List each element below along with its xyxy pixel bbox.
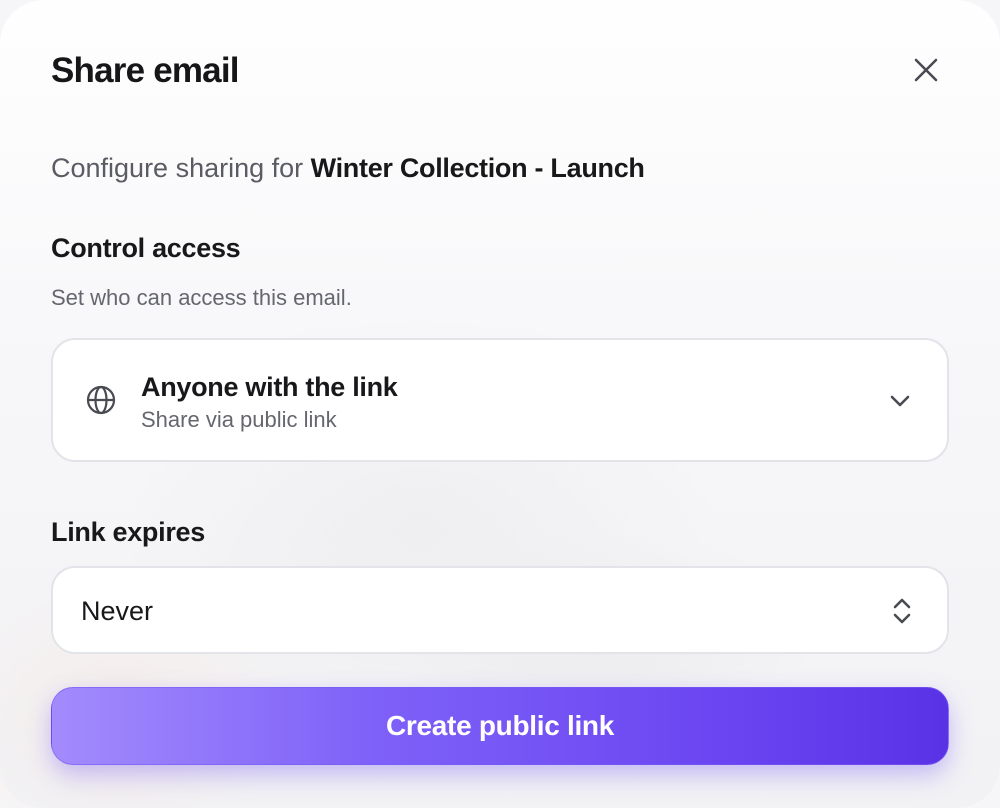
access-option-title: Anyone with the link	[141, 372, 398, 402]
chevron-down-icon	[890, 395, 910, 407]
chevron-up-down-icon	[893, 598, 911, 624]
link-expiry-select[interactable]: Never	[51, 566, 949, 654]
subtitle-prefix: Configure sharing for	[51, 153, 304, 183]
globe-icon	[86, 385, 116, 415]
email-subject: Winter Collection - Launch	[310, 153, 645, 183]
create-public-link-label: Create public link	[386, 710, 614, 741]
link-expires-label: Link expires	[51, 517, 205, 547]
access-level-dropdown[interactable]: Anyone with the link Share via public li…	[51, 338, 949, 462]
close-icon	[914, 58, 938, 82]
dialog-subtitle: Configure sharing for Winter Collection …	[51, 150, 645, 186]
control-access-label: Control access	[51, 233, 241, 263]
share-email-dialog: Share email Configure sharing for Winter…	[0, 0, 1000, 808]
close-button[interactable]	[906, 50, 946, 90]
control-access-help: Set who can access this email.	[51, 285, 352, 310]
expiry-selected-value: Never	[81, 596, 154, 626]
dialog-title: Share email	[51, 51, 240, 90]
create-public-link-button[interactable]: Create public link	[51, 687, 949, 765]
access-option-subtitle: Share via public link	[141, 407, 337, 432]
